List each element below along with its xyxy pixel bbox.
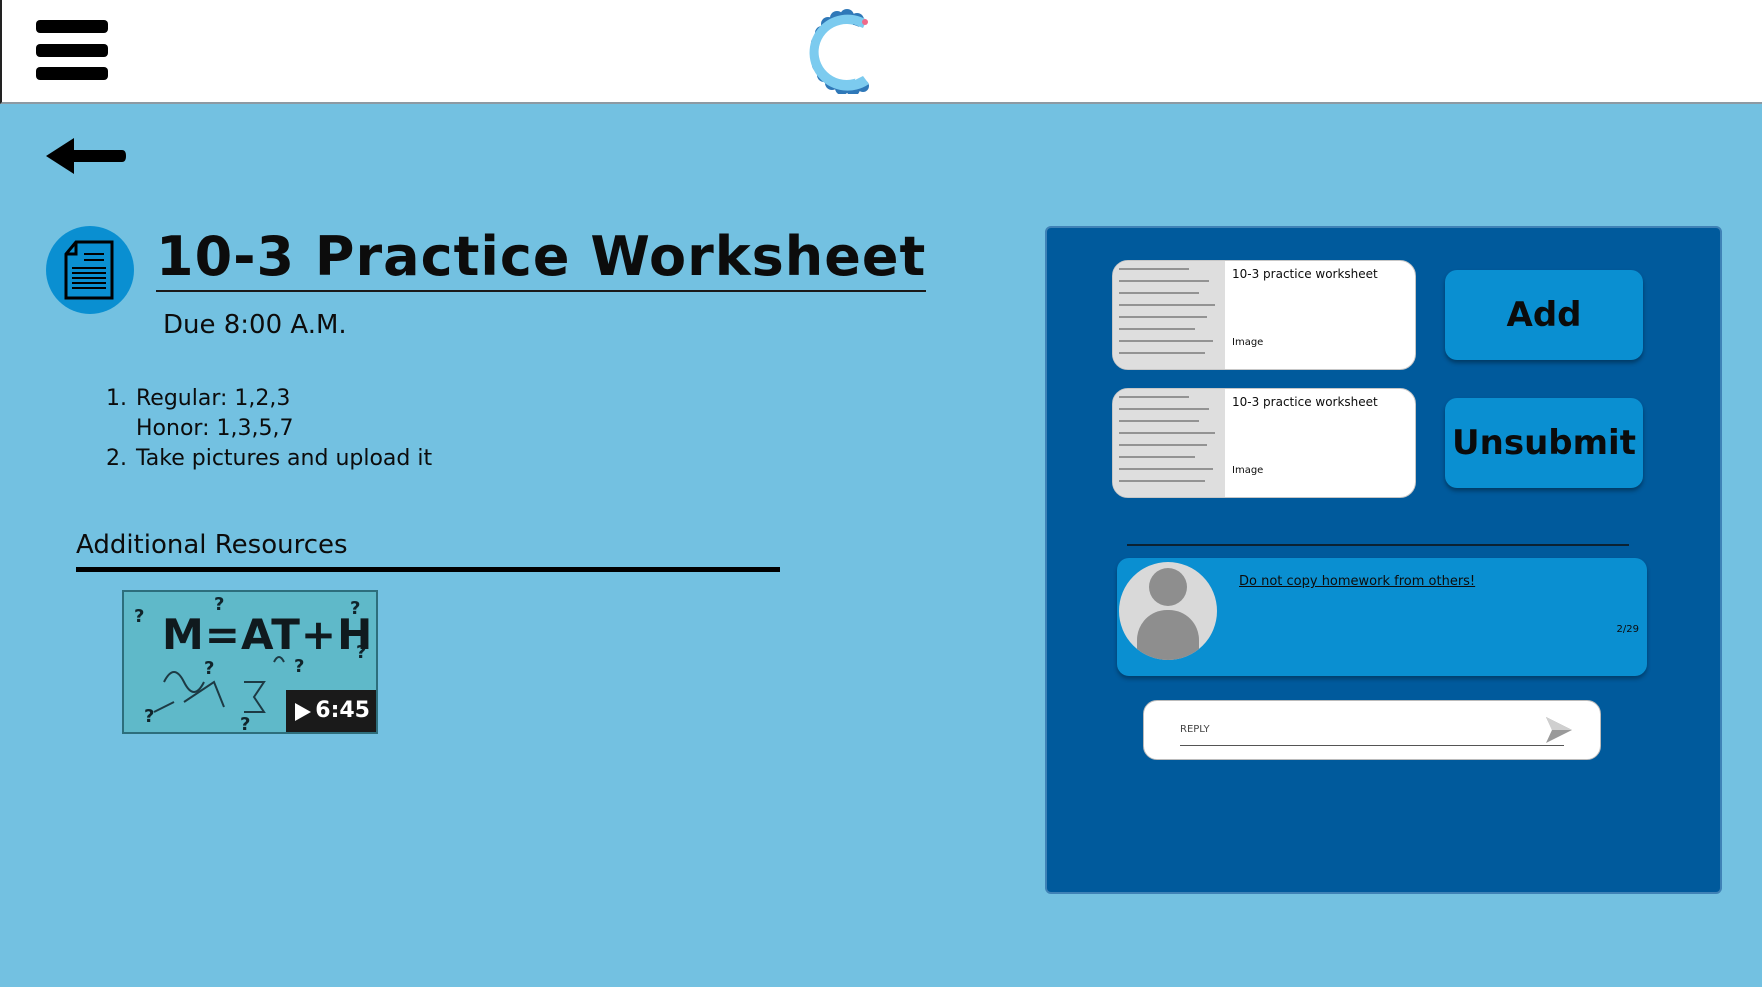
svg-text:?: ? [134, 606, 144, 627]
svg-text:?: ? [144, 706, 154, 727]
attachment-thumbnail [1113, 261, 1225, 369]
instruction-text: Honor: 1,3,5,7 [136, 416, 294, 441]
top-bar [0, 0, 1762, 104]
app-logo [809, 9, 869, 94]
back-arrow-icon[interactable] [44, 134, 126, 178]
document-icon [46, 226, 134, 314]
avatar-body [1137, 610, 1199, 660]
comment-card: Do not copy homework from others! 2/29 [1117, 558, 1647, 676]
hamburger-menu-icon[interactable] [36, 20, 108, 80]
attachment-type: Image [1232, 465, 1264, 476]
instruction-item: 2. Take pictures and upload it [106, 444, 432, 474]
unsubmit-button[interactable]: Unsubmit [1445, 398, 1643, 488]
hamburger-line [36, 20, 108, 33]
document-glyph [64, 240, 114, 300]
divider [1127, 544, 1629, 546]
hamburger-line [36, 67, 108, 80]
attachment-title: 10-3 practice worksheet [1232, 267, 1378, 281]
attachment-card[interactable]: 10-3 practice worksheet Image [1112, 260, 1416, 370]
attachment-title: 10-3 practice worksheet [1232, 395, 1378, 409]
page-title: 10-3 Practice Worksheet [156, 226, 927, 292]
comment-text[interactable]: Do not copy homework from others! [1239, 574, 1475, 589]
video-duration: 6:45 [286, 690, 376, 732]
attachment-thumbnail [1113, 389, 1225, 497]
instruction-text: Regular: 1,2,3 [136, 386, 291, 411]
reply-input[interactable] [1180, 713, 1564, 746]
svg-text:?: ? [240, 714, 250, 734]
instruction-item: Honor: 1,3,5,7 [106, 414, 432, 444]
reply-box [1143, 700, 1601, 760]
hamburger-line [36, 44, 108, 57]
instruction-number: 1. [106, 386, 127, 411]
due-time: Due 8:00 A.M. [163, 310, 347, 340]
comment-date: 2/29 [1616, 624, 1639, 635]
play-icon [295, 703, 311, 721]
add-button[interactable]: Add [1445, 270, 1643, 360]
video-thumbnail[interactable]: ??? ??? ?? M=AT+H 6:45 [122, 590, 378, 734]
svg-text:?: ? [294, 656, 304, 677]
attachment-card[interactable]: 10-3 practice worksheet Image [1112, 388, 1416, 498]
video-duration-label: 6:45 [315, 698, 370, 723]
worksheet-photo-image [1113, 261, 1225, 369]
instructions-list: 1. Regular: 1,2,3 Honor: 1,3,5,7 2. Take p… [106, 384, 432, 474]
svg-text:?: ? [204, 658, 214, 679]
video-thumbnail-title: M=AT+H [162, 610, 374, 659]
avatar [1119, 562, 1217, 660]
additional-resources-heading: Additional Resources [76, 530, 780, 572]
attachment-type: Image [1232, 337, 1264, 348]
submission-panel: 10-3 practice worksheet Image 10-3 pract… [1045, 226, 1722, 894]
send-icon[interactable] [1544, 715, 1574, 745]
instruction-number: 2. [106, 446, 127, 471]
worksheet-photo-image [1113, 389, 1225, 497]
instruction-item: 1. Regular: 1,2,3 [106, 384, 432, 414]
avatar-head [1149, 568, 1187, 606]
instruction-text: Take pictures and upload it [136, 446, 433, 471]
